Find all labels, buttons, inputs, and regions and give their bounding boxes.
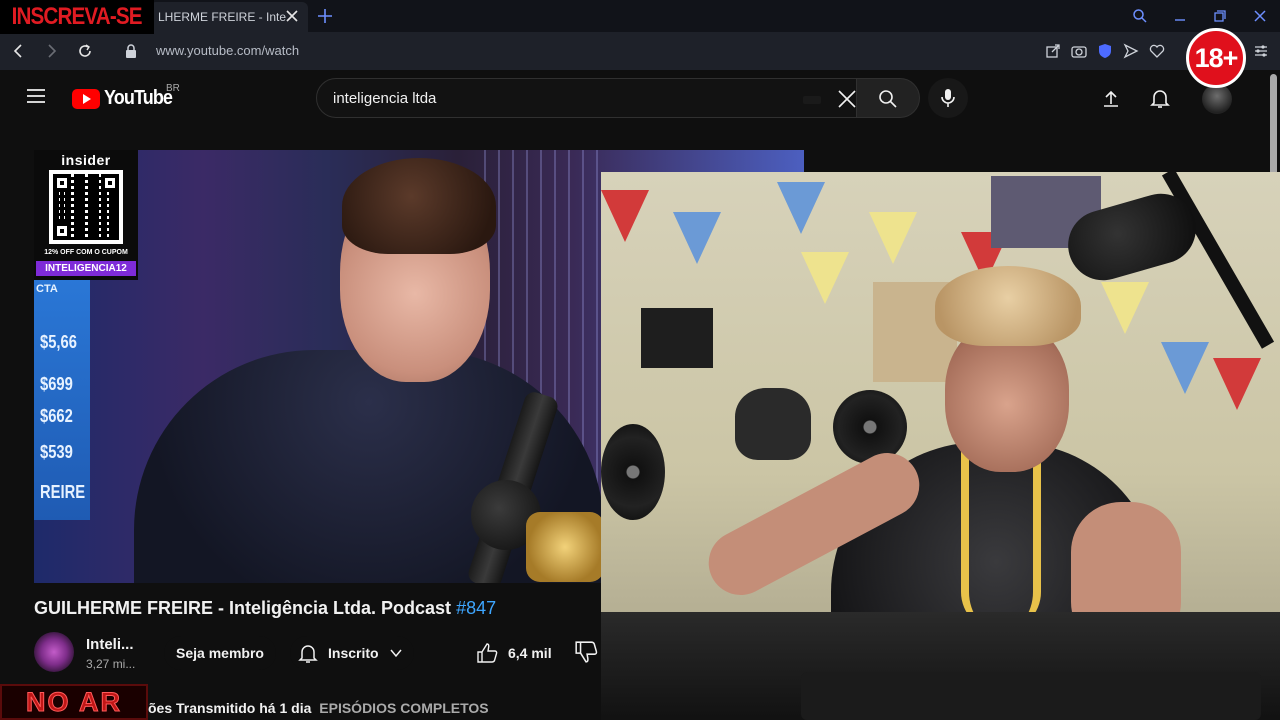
camera-icon[interactable]	[1070, 42, 1088, 60]
qr-code	[49, 170, 123, 244]
age-rating-text: 18+	[1194, 42, 1239, 73]
forward-icon[interactable]	[42, 42, 60, 60]
video-title: GUILHERME FREIRE - Inteligência Ltda. Po…	[34, 598, 496, 619]
search-tabs-icon[interactable]	[1132, 8, 1148, 24]
join-button[interactable]: Seja membro	[164, 636, 276, 670]
qr-eye	[53, 174, 71, 192]
new-tab-icon[interactable]	[316, 7, 334, 25]
search-button[interactable]	[856, 78, 920, 118]
search-icon	[879, 90, 897, 108]
voice-search-button[interactable]	[928, 78, 968, 118]
live-overlay-text: NO AR	[26, 686, 122, 717]
scene-cta-text: CTA	[36, 283, 58, 295]
restore-icon[interactable]	[1212, 8, 1228, 24]
age-rating-badge: 18+	[1186, 28, 1246, 88]
scene-price: $662	[40, 406, 73, 426]
streamed-time: Transmitido há 1 dia	[176, 700, 312, 716]
vpn-shield-icon[interactable]	[1096, 42, 1114, 60]
url-field[interactable]: www.youtube.com/watch	[156, 43, 299, 58]
back-icon[interactable]	[10, 42, 28, 60]
episode-hashtag[interactable]: #847	[456, 598, 496, 618]
search-input[interactable]	[333, 79, 793, 117]
tab-close-icon[interactable]	[284, 8, 300, 24]
youtube-logo[interactable]: YouTube	[72, 87, 180, 110]
party-flag	[801, 252, 849, 304]
sponsor-offer: 12% OFF COM O CUPOM	[44, 249, 128, 256]
lock-icon[interactable]	[124, 43, 138, 59]
live-overlay: NO AR	[0, 684, 148, 720]
share-icon[interactable]	[1044, 42, 1062, 60]
keyboard	[801, 672, 1261, 720]
scene-side-text: REIRE	[40, 482, 86, 502]
sponsor-coupon: INTELIGENCIA12	[36, 261, 136, 276]
youtube-header: YouTube BR	[0, 70, 1280, 126]
scene-price: $539	[40, 442, 73, 462]
channel-name[interactable]: Inteli...	[86, 636, 134, 653]
send-icon[interactable]	[1122, 42, 1140, 60]
upload-icon[interactable]	[1100, 88, 1122, 110]
video-title-text: GUILHERME FREIRE - Inteligência Ltda. Po…	[34, 598, 457, 618]
keyboard-icon[interactable]	[803, 96, 821, 104]
country-code: BR	[166, 83, 180, 94]
channel-avatar[interactable]	[34, 632, 74, 672]
scene-price: $5,66	[40, 332, 77, 352]
party-flag	[777, 182, 825, 234]
qr-code-pattern	[53, 174, 119, 240]
thumbs-down-icon[interactable]	[574, 640, 598, 664]
bell-icon	[298, 645, 318, 663]
subscribe-overlay-text: INSCREVA-SE	[11, 3, 143, 30]
subscribe-overlay: INSCREVA-SE	[0, 0, 154, 34]
clapperboard	[641, 308, 713, 368]
scrollbar-thumb[interactable]	[1270, 74, 1277, 176]
clear-search-icon[interactable]	[837, 89, 857, 109]
channel-subscriber-count: 3,27 mi...	[86, 657, 136, 671]
party-flag	[601, 190, 649, 242]
view-count-fragment: ões	[148, 700, 173, 716]
menu-icon[interactable]	[26, 88, 46, 104]
browser-tab[interactable]: LHERME FREIRE - Inteligência Ltda	[150, 2, 308, 32]
settings-sliders-icon[interactable]	[1252, 42, 1270, 60]
straw-hat	[935, 266, 1081, 346]
video-metadata: ões Transmitido há 1 dia EPISÓDIOS COMPL…	[148, 700, 489, 716]
subscribed-button[interactable]: Inscrito	[290, 636, 414, 670]
mic-sticker	[526, 512, 604, 582]
address-bar: www.youtube.com/watch	[0, 32, 1280, 70]
like-button[interactable]: 6,4 mil	[470, 636, 570, 670]
reload-icon[interactable]	[76, 42, 94, 60]
wall-mask	[735, 388, 811, 460]
youtube-logo-icon	[72, 88, 100, 109]
sponsor-card: insider 12% OFF COM O CUPOM INTELIGENCIA…	[34, 150, 138, 280]
qr-eye	[101, 174, 119, 192]
minimize-icon[interactable]	[1172, 8, 1188, 24]
sponsor-logo: insider	[61, 152, 111, 168]
like-count: 6,4 mil	[508, 645, 552, 661]
qr-eye	[53, 222, 71, 240]
microphone-icon	[941, 89, 955, 107]
webcam-overlay	[601, 172, 1280, 720]
heart-icon[interactable]	[1148, 42, 1166, 60]
scene-price: $699	[40, 374, 73, 394]
browser-tab-bar: LHERME FREIRE - Inteligência Ltda	[0, 0, 1280, 32]
tab-title: LHERME FREIRE - Inteligência Ltda	[158, 10, 286, 24]
subscribed-label: Inscrito	[328, 645, 379, 661]
notifications-bell-icon[interactable]	[1149, 87, 1171, 109]
party-flag	[673, 212, 721, 264]
party-flag	[1161, 342, 1209, 394]
video-tag[interactable]: EPISÓDIOS COMPLETOS	[319, 700, 488, 716]
thumbs-up-icon	[477, 643, 498, 663]
guest-hair	[342, 158, 496, 254]
close-window-icon[interactable]	[1252, 8, 1268, 24]
party-flag	[869, 212, 917, 264]
chevron-down-icon	[390, 649, 402, 658]
youtube-logo-text: YouTube	[104, 87, 173, 109]
party-flag	[1101, 282, 1149, 334]
search-box	[316, 78, 857, 118]
account-avatar[interactable]	[1202, 84, 1232, 114]
vinyl-record	[601, 424, 665, 520]
party-flag	[1213, 358, 1261, 410]
